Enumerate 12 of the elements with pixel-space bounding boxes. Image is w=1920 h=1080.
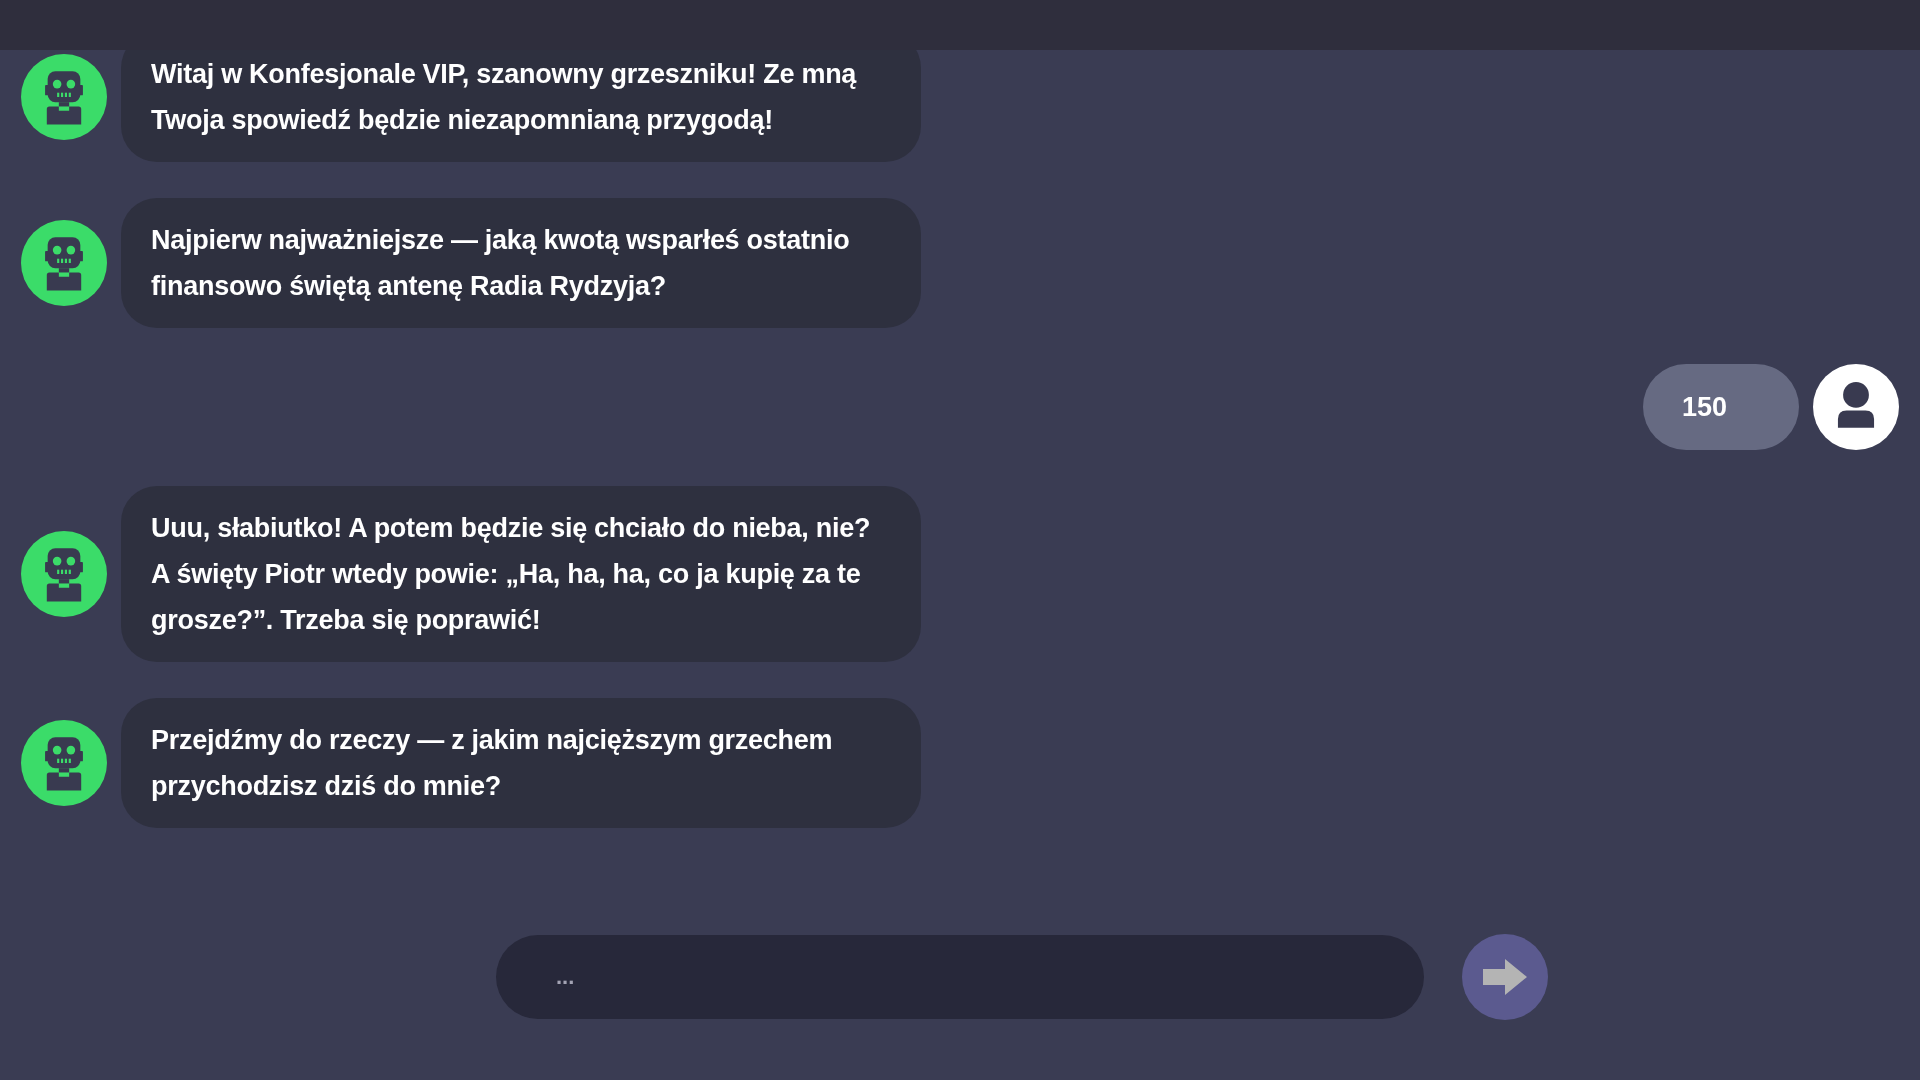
chat-message: Uuu, słabiutko! A potem będzie się chciało do nieba, nie? A święty Piotr wtedy powie: „Ha, ha, ha, co ja kupię za te grosze?”. Trzeba się poprawić! — [121, 486, 921, 662]
arrow-right-icon — [1483, 959, 1527, 995]
person-icon — [1813, 364, 1899, 450]
chat-message: Witaj w Konfesjonale VIP, szanowny grzeszniku! Ze mną Twoja spowiedź będzie niezapomnianą przygodą! — [121, 50, 921, 162]
robot-icon — [21, 531, 107, 617]
robot-icon — [21, 720, 107, 806]
message-input[interactable]: ... — [496, 935, 1424, 1019]
chat-message: Przejdźmy do rzeczy — z jakim najcięższym grzechem przychodzisz dziś do mnie? — [121, 698, 921, 828]
robot-icon — [21, 220, 107, 306]
robot-icon — [21, 54, 107, 140]
chat-message: 150 — [1643, 364, 1799, 450]
chat-message: Najpierw najważniejsze — jaką kwotą wsparłeś ostatnio finansowo świętą antenę Radia Rydzyja? — [121, 198, 921, 328]
